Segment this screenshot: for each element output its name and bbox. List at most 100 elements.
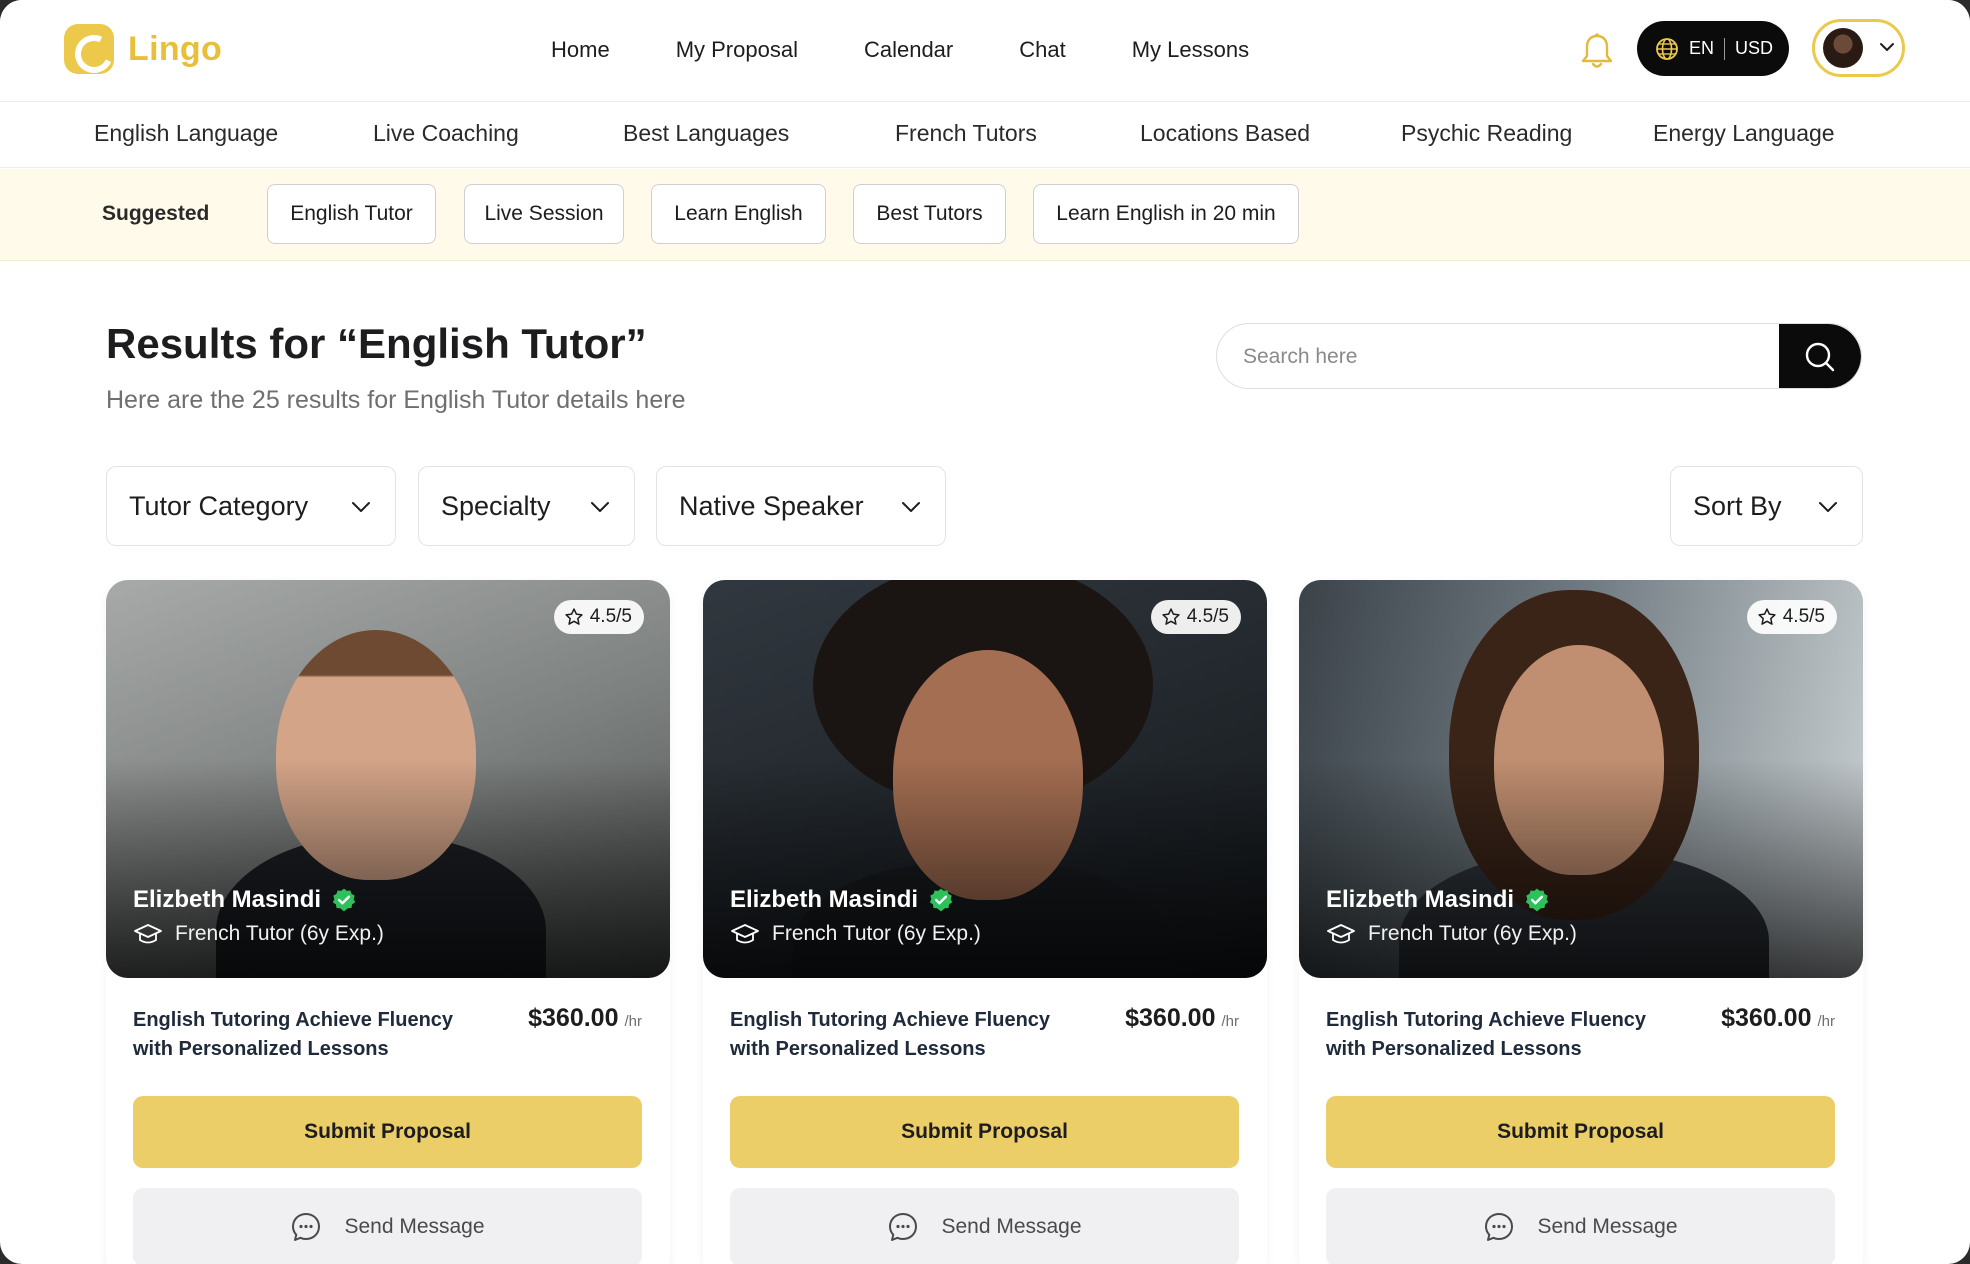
- nav-item-my-proposal[interactable]: My Proposal: [676, 37, 798, 63]
- search-input[interactable]: [1243, 342, 1763, 372]
- divider: [1724, 37, 1726, 60]
- verified-icon: [332, 888, 356, 912]
- chat-bubble-icon: [1485, 1213, 1514, 1241]
- price-unit: /hr: [1221, 1013, 1239, 1030]
- submit-proposal-button[interactable]: Submit Proposal: [730, 1096, 1239, 1168]
- rating-value: 4.5/5: [589, 606, 632, 627]
- results-query: “English Tutor”: [337, 320, 647, 367]
- sort-by-dropdown[interactable]: Sort By: [1670, 466, 1863, 546]
- tutor-name: Elizbeth Masindi: [133, 886, 357, 914]
- photo-overlay: [703, 580, 1267, 978]
- category-live-coaching[interactable]: Live Coaching: [373, 120, 519, 147]
- category-locations-based[interactable]: Locations Based: [1140, 120, 1310, 147]
- tutor-name: Elizbeth Masindi: [1326, 886, 1550, 914]
- price: $360.00/hr: [1125, 1004, 1239, 1033]
- language-currency-selector[interactable]: EN USD: [1637, 21, 1789, 76]
- price: $360.00/hr: [528, 1004, 642, 1033]
- lesson-title: English Tutoring Achieve Fluency with Pe…: [1326, 1009, 1647, 1060]
- chevron-down-icon: [591, 502, 609, 512]
- search-bar: [1216, 323, 1862, 389]
- nav-item-chat[interactable]: Chat: [1019, 37, 1065, 63]
- send-message-button[interactable]: Send Message: [133, 1188, 642, 1264]
- chat-bubble-icon: [292, 1213, 321, 1241]
- brand-logo[interactable]: Lingo: [64, 24, 222, 74]
- send-message-button[interactable]: Send Message: [1326, 1188, 1835, 1264]
- verified-icon: [929, 888, 953, 912]
- bell-icon[interactable]: [1580, 32, 1614, 70]
- page-title: Results for “English Tutor”: [106, 320, 647, 368]
- submit-proposal-button[interactable]: Submit Proposal: [133, 1096, 642, 1168]
- category-nav: English Language Live Coaching Best Lang…: [0, 102, 1970, 168]
- sort-label: Sort By: [1693, 490, 1782, 521]
- tutor-role-text: French Tutor (6y Exp.): [175, 922, 384, 945]
- suggested-label: Suggested: [102, 202, 210, 225]
- filter-label: Tutor Category: [129, 490, 309, 521]
- send-message-label: Send Message: [941, 1215, 1082, 1238]
- price-amount: $360.00: [1125, 1004, 1216, 1032]
- logo-icon: [64, 24, 114, 74]
- tutor-name-text: Elizbeth Masindi: [1326, 886, 1515, 913]
- category-energy-language[interactable]: Energy Language: [1653, 120, 1835, 147]
- filter-specialty[interactable]: Specialty: [418, 466, 635, 546]
- search-button[interactable]: [1779, 324, 1861, 388]
- graduation-cap-icon: [134, 924, 162, 944]
- graduation-cap-icon: [731, 924, 759, 944]
- nav-item-calendar[interactable]: Calendar: [864, 37, 953, 63]
- profile-menu[interactable]: [1812, 19, 1905, 77]
- filter-tutor-category[interactable]: Tutor Category: [106, 466, 396, 546]
- app-window: Lingo Home My Proposal Calendar Chat My …: [0, 0, 1970, 1264]
- star-icon: [1162, 608, 1180, 625]
- chip-best-tutors[interactable]: Best Tutors: [853, 184, 1006, 244]
- tutor-photo[interactable]: 4.5/5 Elizbeth Masindi French Tutor (6y …: [1299, 580, 1863, 978]
- verified-icon: [1525, 888, 1549, 912]
- nav-item-my-lessons[interactable]: My Lessons: [1132, 37, 1249, 63]
- submit-proposal-button[interactable]: Submit Proposal: [1326, 1096, 1835, 1168]
- chevron-down-icon: [1880, 43, 1894, 51]
- star-icon: [565, 608, 583, 625]
- category-psychic-reading[interactable]: Psychic Reading: [1401, 120, 1572, 147]
- nav-item-home[interactable]: Home: [551, 37, 610, 63]
- category-english-language[interactable]: English Language: [94, 120, 278, 147]
- chip-english-tutor[interactable]: English Tutor: [267, 184, 436, 244]
- filter-label: Native Speaker: [679, 490, 864, 521]
- results-subtitle: Here are the 25 results for English Tuto…: [106, 386, 686, 414]
- chevron-down-icon: [352, 502, 370, 512]
- tutor-card: 4.5/5 Elizbeth Masindi French Tutor (6y …: [1299, 580, 1863, 1264]
- price-amount: $360.00: [528, 1004, 619, 1032]
- top-bar: Lingo Home My Proposal Calendar Chat My …: [0, 0, 1970, 102]
- chip-learn-english-20-min[interactable]: Learn English in 20 min: [1033, 184, 1299, 244]
- tutor-role: French Tutor (6y Exp.): [133, 922, 384, 946]
- lesson-title: English Tutoring Achieve Fluency with Pe…: [730, 1009, 1051, 1060]
- tutor-name-text: Elizbeth Masindi: [730, 886, 919, 913]
- tutor-role-text: French Tutor (6y Exp.): [772, 922, 981, 945]
- price-amount: $360.00: [1721, 1004, 1812, 1032]
- chevron-down-icon: [1819, 502, 1837, 512]
- tutor-photo[interactable]: 4.5/5 Elizbeth Masindi French Tutor (6y …: [106, 580, 670, 978]
- tutor-role-text: French Tutor (6y Exp.): [1368, 922, 1577, 945]
- brand-name: Lingo: [128, 29, 223, 68]
- category-best-languages[interactable]: Best Languages: [623, 120, 789, 147]
- chip-learn-english[interactable]: Learn English: [651, 184, 826, 244]
- suggested-bar: Suggested English Tutor Live Session Lea…: [0, 169, 1970, 261]
- send-message-button[interactable]: Send Message: [730, 1188, 1239, 1264]
- price-unit: /hr: [1817, 1013, 1835, 1030]
- photo-overlay: [106, 580, 670, 978]
- search-icon: [1805, 342, 1835, 372]
- tutor-role: French Tutor (6y Exp.): [730, 922, 981, 946]
- rating-value: 4.5/5: [1782, 606, 1825, 627]
- tutor-name-text: Elizbeth Masindi: [133, 886, 322, 913]
- category-french-tutors[interactable]: French Tutors: [895, 120, 1037, 147]
- filter-label: Specialty: [441, 490, 551, 521]
- language-label: EN: [1689, 38, 1715, 58]
- chip-live-session[interactable]: Live Session: [464, 184, 624, 244]
- main-nav: Home My Proposal Calendar Chat My Lesson…: [551, 0, 1315, 100]
- price: $360.00/hr: [1721, 1004, 1835, 1033]
- tutor-photo[interactable]: 4.5/5 Elizbeth Masindi French Tutor (6y …: [703, 580, 1267, 978]
- chevron-down-icon: [902, 502, 920, 512]
- chat-bubble-icon: [889, 1213, 918, 1241]
- lesson-title: English Tutoring Achieve Fluency with Pe…: [133, 1009, 454, 1060]
- filter-native-speaker[interactable]: Native Speaker: [656, 466, 946, 546]
- send-message-label: Send Message: [344, 1215, 485, 1238]
- tutor-card: 4.5/5 Elizbeth Masindi French Tutor (6y …: [106, 580, 670, 1264]
- rating-value: 4.5/5: [1186, 606, 1229, 627]
